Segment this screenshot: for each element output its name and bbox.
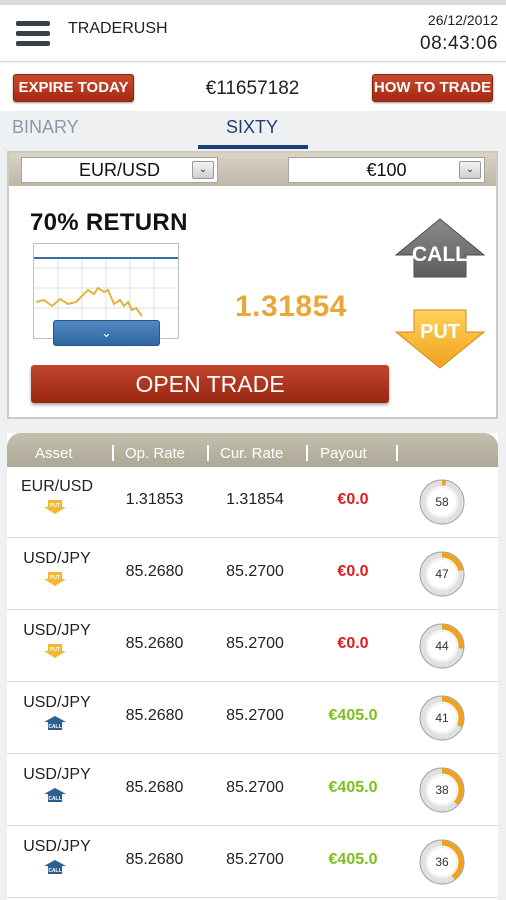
table-row[interactable]: USD/JPY PUT 85.2680 85.2700 €0.0 47 [7, 539, 498, 610]
svg-text:PUT: PUT [50, 575, 60, 581]
asset-select[interactable]: EUR/USD ⌄ [21, 157, 218, 183]
row-asset: EUR/USD [20, 478, 93, 495]
row-payout: €405.0 [328, 851, 378, 868]
how-to-trade-button[interactable]: HOW TO TRADE [372, 74, 493, 102]
svg-text:CALL: CALL [48, 724, 61, 730]
app-logo: TRADERUSH [68, 20, 168, 38]
row-payout: €405.0 [328, 779, 378, 796]
call-arrow-icon: CALL [394, 218, 486, 278]
row-cur-rate: 1.31854 [226, 491, 284, 508]
account-balance: €11657182 [205, 78, 300, 99]
row-timer: 44 [435, 639, 449, 653]
row-asset: USD/JPY [23, 694, 91, 711]
row-cur-rate: 85.2700 [226, 851, 284, 868]
svg-text:PUT: PUT [50, 503, 60, 509]
call-direction-icon: CALL [44, 860, 66, 874]
column-divider [306, 445, 308, 461]
put-direction-icon: PUT [44, 500, 66, 514]
table-row[interactable]: USD/JPY CALL 85.2680 85.2700 €405.0 41 [7, 683, 498, 754]
put-direction-icon: PUT [44, 644, 66, 658]
amount-select[interactable]: €100 ⌄ [288, 157, 485, 183]
table-row[interactable]: USD/JPY CALL 85.2680 85.2700 €405.0 36 [7, 827, 498, 898]
return-percentage: 70% RETURN [30, 209, 188, 236]
row-payout: €0.0 [337, 491, 369, 508]
chart-expand-button[interactable]: ⌄ [53, 320, 160, 346]
menu-icon [16, 31, 50, 36]
row-payout: €0.0 [337, 563, 369, 580]
column-header-payout: Payout [320, 445, 367, 462]
trade-panel: EUR/USD ⌄ €100 ⌄ 70% RETURN ⌄ 1.31854 CA… [7, 151, 498, 419]
row-op-rate: 85.2680 [125, 707, 184, 724]
put-arrow-icon: PUT [394, 309, 486, 369]
row-timer: 36 [435, 855, 449, 869]
column-header-op-rate: Op. Rate [125, 445, 186, 462]
row-timer: 38 [435, 783, 449, 797]
row-asset: USD/JPY [23, 550, 91, 567]
row-cur-rate: 85.2700 [226, 563, 284, 580]
tab-sixty[interactable]: SIXTY [226, 117, 278, 138]
date-display: 26/12/2012 [427, 12, 498, 28]
column-divider [396, 445, 398, 461]
column-divider [112, 445, 114, 461]
column-divider [207, 445, 209, 461]
asset-select-value: EUR/USD [78, 160, 160, 180]
svg-text:PUT: PUT [50, 647, 60, 653]
table-row[interactable]: EUR/USD PUT 1.31853 1.31854 €0.0 58 [7, 467, 498, 538]
put-label: PUT [420, 321, 460, 343]
time-display: 08:43:06 [420, 33, 498, 54]
app-header: TRADERUSH 26/12/2012 08:43:06 [0, 0, 506, 62]
put-direction-icon: PUT [44, 572, 66, 586]
menu-icon [16, 21, 50, 26]
call-button[interactable]: CALL [394, 217, 486, 279]
tab-binary[interactable]: BINARY [12, 117, 79, 138]
row-cur-rate: 85.2700 [226, 707, 284, 724]
row-op-rate: 1.31853 [125, 491, 184, 508]
selector-bar: EUR/USD ⌄ €100 ⌄ [9, 153, 496, 186]
column-header-asset: Asset [35, 445, 73, 462]
row-op-rate: 85.2680 [125, 779, 184, 796]
open-trade-button[interactable]: OPEN TRADE [31, 365, 389, 403]
action-bar: EXPIRE TODAY €11657182 HOW TO TRADE [0, 63, 506, 111]
row-op-rate: 85.2680 [125, 851, 184, 868]
positions-table: Asset Op. Rate Cur. Rate Payout EUR/USD P… [7, 433, 498, 900]
table-row[interactable]: USD/JPY CALL 85.2680 85.2700 €405.0 38 [7, 755, 498, 826]
svg-text:CALL: CALL [48, 868, 61, 874]
put-button[interactable]: PUT [394, 308, 486, 370]
amount-select-value: €100 [366, 160, 407, 180]
table-header: Asset Op. Rate Cur. Rate Payout [7, 433, 498, 467]
call-label: CALL [412, 243, 468, 266]
chevron-down-icon: ⌄ [459, 161, 481, 179]
row-payout: €405.0 [328, 707, 378, 724]
svg-text:CALL: CALL [48, 796, 61, 802]
active-tab-indicator [198, 145, 308, 149]
row-cur-rate: 85.2700 [226, 779, 284, 796]
row-asset: USD/JPY [23, 838, 91, 855]
mode-tabs: BINARY SIXTY [0, 111, 506, 151]
logo-rush-text: RUSH [122, 20, 168, 37]
row-timer: 41 [435, 711, 449, 725]
current-rate: 1.31854 [235, 290, 347, 323]
row-op-rate: 85.2680 [125, 635, 184, 652]
column-header-cur-rate: Cur. Rate [220, 445, 284, 462]
status-line [0, 0, 506, 5]
row-payout: €0.0 [337, 635, 369, 652]
row-timer: 47 [435, 567, 449, 581]
chevron-down-icon: ⌄ [101, 325, 112, 340]
row-asset: USD/JPY [23, 766, 91, 783]
row-timer: 58 [435, 495, 449, 509]
call-direction-icon: CALL [44, 788, 66, 802]
row-asset: USD/JPY [23, 622, 91, 639]
logo-trade-text: TRADE [68, 20, 123, 37]
menu-icon [16, 41, 50, 46]
call-direction-icon: CALL [44, 716, 66, 730]
expire-today-button[interactable]: EXPIRE TODAY [13, 74, 134, 102]
chevron-down-icon: ⌄ [192, 161, 214, 179]
menu-button[interactable] [16, 20, 50, 48]
row-cur-rate: 85.2700 [226, 635, 284, 652]
table-row[interactable]: USD/JPY PUT 85.2680 85.2700 €0.0 44 [7, 611, 498, 682]
row-op-rate: 85.2680 [125, 563, 184, 580]
